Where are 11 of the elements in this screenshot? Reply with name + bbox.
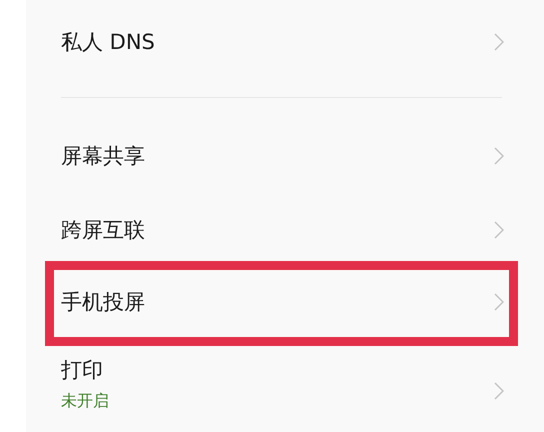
chevron-right-icon (494, 221, 504, 239)
row-label: 私人 DNS (61, 28, 155, 56)
row-label: 打印 (61, 357, 103, 384)
row-label: 屏幕共享 (61, 142, 145, 170)
chevron-right-icon (494, 293, 504, 311)
chevron-right-icon (494, 147, 504, 165)
row-label: 手机投屏 (61, 288, 145, 316)
chevron-right-icon (494, 33, 504, 51)
status-text: 未开启 (61, 390, 109, 412)
row-label: 跨屏互联 (61, 216, 145, 244)
chevron-right-icon (494, 382, 504, 400)
